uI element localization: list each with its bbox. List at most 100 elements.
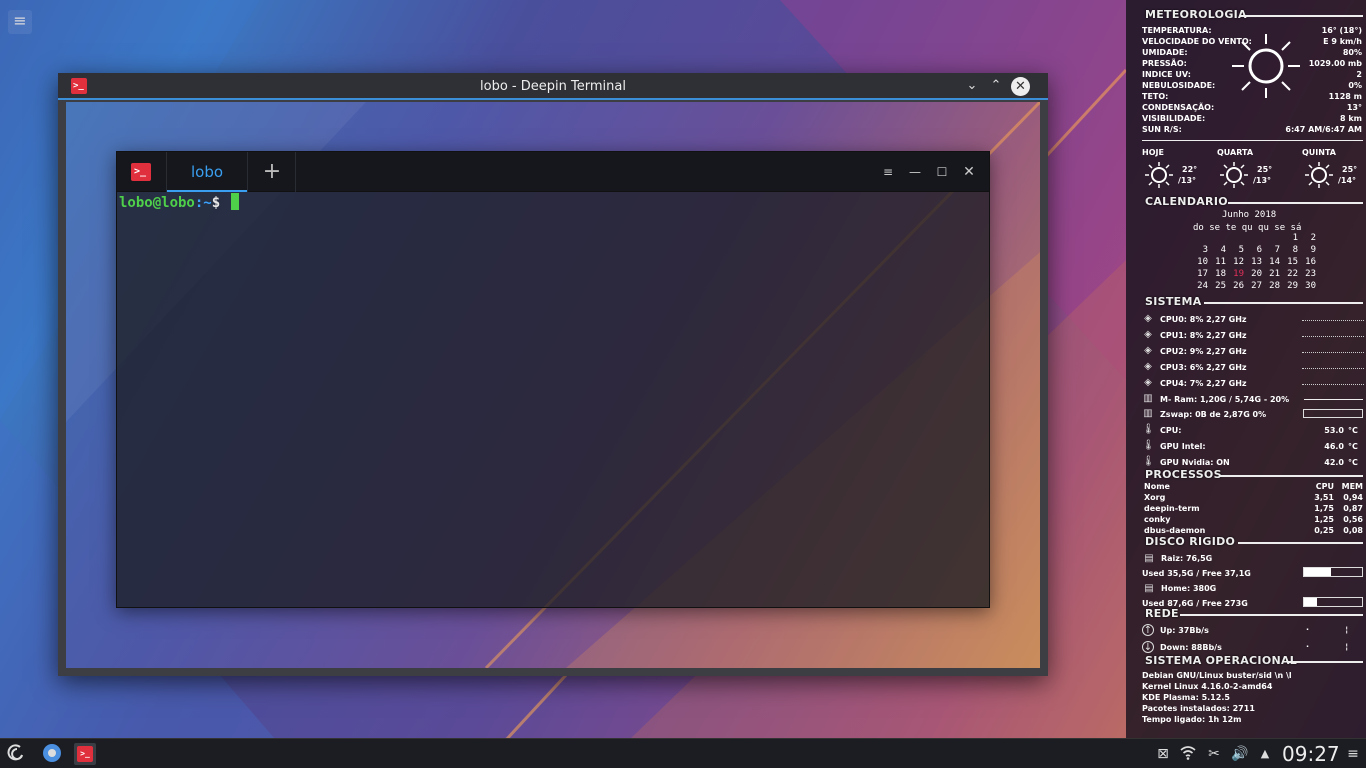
terminal-menu-button[interactable]: ≡ xyxy=(879,162,897,182)
taskbar-terminal-icon[interactable]: >_ xyxy=(74,743,96,765)
maximize-button[interactable]: ⌃ xyxy=(986,76,1006,96)
cpu-chip-icon: ◈ xyxy=(1144,345,1152,356)
disk-usage: Used 87,6G / Free 273G xyxy=(1142,599,1248,608)
section-title-calendario: CALENDARIO xyxy=(1145,195,1228,208)
terminal-tabbar[interactable]: >_ lobo + ≡ — ☐ ✕ xyxy=(117,152,989,192)
weather-key: INDICE UV: xyxy=(1142,70,1191,79)
debian-menu-icon[interactable] xyxy=(6,743,28,765)
swap-bar xyxy=(1303,409,1363,418)
wifi-icon[interactable] xyxy=(1177,743,1199,765)
weather-key: CONDENSAÇÃO: xyxy=(1142,103,1215,112)
disk-icon: ▤ xyxy=(1144,553,1154,564)
taskbar-menu-icon[interactable]: ≡ xyxy=(1342,743,1364,765)
forecast-day: HOJE xyxy=(1142,148,1164,157)
weather-value: 0% xyxy=(1348,81,1362,90)
display-icon[interactable]: ⊠ xyxy=(1152,743,1174,765)
calendar-day: 29 xyxy=(1287,281,1298,291)
calendar-day: 26 xyxy=(1233,281,1244,291)
calendar-day: 3 xyxy=(1202,245,1208,255)
calendar-day: 25 xyxy=(1215,281,1226,291)
clock[interactable]: 09:27 xyxy=(1282,739,1340,768)
calendar-day: 1 xyxy=(1292,233,1298,243)
net-up-graph: · ¦ xyxy=(1306,625,1349,634)
text-cursor xyxy=(230,193,239,210)
scissors-icon[interactable]: ✂ xyxy=(1203,743,1225,765)
calendar-day: 17 xyxy=(1197,269,1208,279)
weather-value: 6:47 AM/6:47 AM xyxy=(1285,125,1362,134)
os-info-line: Debian GNU/Linux buster/sid \n \l xyxy=(1142,671,1292,680)
swap-label: Zswap: 0B de 2,87G 0% xyxy=(1160,410,1267,419)
forecast-high: 25° xyxy=(1257,165,1273,174)
desktop-menu-button[interactable]: ≡ xyxy=(8,10,32,34)
chromium-icon[interactable] xyxy=(41,743,63,765)
cpu-chip-icon: ◈ xyxy=(1144,313,1152,324)
temp-unit: °C xyxy=(1348,426,1358,435)
cpu-graph xyxy=(1302,379,1364,385)
upload-icon: ↑ xyxy=(1142,624,1154,636)
outer-titlebar[interactable]: >_ lobo - Deepin Terminal ⌄ ⌃ ✕ xyxy=(58,73,1048,100)
terminal-maximize-button[interactable]: ☐ xyxy=(933,162,951,182)
ram-label: M- Ram: 1,20G / 5,74G - 20% xyxy=(1160,395,1290,404)
add-tab-button[interactable]: + xyxy=(260,158,284,186)
calendar-day: 20 xyxy=(1251,269,1262,279)
os-info-line: Pacotes instalados: 2711 xyxy=(1142,704,1255,713)
weather-key: VISIBILIDADE: xyxy=(1142,114,1206,123)
cpu-graph xyxy=(1302,363,1364,369)
net-down-graph: · ¦ xyxy=(1306,642,1349,651)
terminal-minimize-button[interactable]: — xyxy=(906,162,924,182)
process-mem: 0,94 xyxy=(1343,493,1363,502)
disk-bar-fill xyxy=(1304,598,1318,606)
weather-value: 1128 m xyxy=(1328,92,1362,101)
weather-value: 2 xyxy=(1356,70,1362,79)
process-mem: 0,08 xyxy=(1343,526,1363,535)
section-title-sistema-operacional: SISTEMA OPERACIONAL xyxy=(1145,654,1298,667)
calendar-day: 6 xyxy=(1256,245,1262,255)
calendar-day: 18 xyxy=(1215,269,1226,279)
taskbar: >_ ⊠ ✂ 🔊 ▲ 09:27 ≡ xyxy=(0,738,1366,768)
disk-name: Home: 380G xyxy=(1161,584,1217,593)
temp-value: 53.0 xyxy=(1324,426,1344,435)
thermometer-icon: 🌡 xyxy=(1142,424,1155,435)
terminal-window[interactable]: >_ lobo + ≡ — ☐ ✕ lobo@lobo:~$ xyxy=(116,151,990,608)
ram-bar xyxy=(1304,399,1363,400)
cpu-graph xyxy=(1302,331,1364,337)
forecast-day: QUINTA xyxy=(1302,148,1336,157)
disk-usage: Used 35,5G / Free 37,1G xyxy=(1142,569,1251,578)
cpu-graph xyxy=(1302,315,1364,321)
close-button[interactable]: ✕ xyxy=(1011,77,1030,96)
forecast-divider xyxy=(1142,140,1363,141)
prompt-user: lobo@lobo xyxy=(119,195,195,211)
calendar-day: 4 xyxy=(1220,245,1226,255)
cpu-graph xyxy=(1302,347,1364,353)
minimize-button[interactable]: ⌄ xyxy=(962,76,982,96)
section-line xyxy=(1228,202,1363,204)
terminal-close-button[interactable]: ✕ xyxy=(960,162,978,182)
calendar-day: 23 xyxy=(1305,269,1316,279)
os-info-line: KDE Plasma: 5.12.5 xyxy=(1142,693,1230,702)
section-line xyxy=(1288,661,1363,663)
tab-lobo[interactable]: lobo xyxy=(166,152,248,192)
terminal-icon[interactable]: >_ xyxy=(131,163,151,181)
net-up: Up: 37Bb/s xyxy=(1160,626,1209,635)
process-name: dbus-daemon xyxy=(1144,526,1206,535)
weather-value: E 9 km/h xyxy=(1323,37,1362,46)
temp-unit: °C xyxy=(1348,458,1358,467)
process-name: Xorg xyxy=(1144,493,1166,502)
disk-bar xyxy=(1303,597,1363,607)
section-title-processos: PROCESSOS xyxy=(1145,468,1222,481)
tray-expand-icon[interactable]: ▲ xyxy=(1254,743,1276,765)
weather-key: VELOCIDADE DO VENTO: xyxy=(1142,37,1252,46)
disk-bar xyxy=(1303,567,1363,577)
process-cpu: 1,75 xyxy=(1314,504,1334,513)
conky-panel: METEOROLOGIA CALENDARIO Junho 2018 do se… xyxy=(1126,0,1366,738)
cpu-label: CPU0: 8% 2,27 GHz xyxy=(1160,315,1247,324)
process-mem: 0,56 xyxy=(1343,515,1363,524)
terminal-prompt[interactable]: lobo@lobo:~$ xyxy=(119,193,239,213)
calendar-day: 9 xyxy=(1310,245,1316,255)
calendar-day: 22 xyxy=(1287,269,1298,279)
cpu-chip-icon: ◈ xyxy=(1144,329,1152,340)
weather-key: UMIDADE: xyxy=(1142,48,1188,57)
calendar-month: Junho 2018 xyxy=(1222,210,1277,220)
volume-icon[interactable]: 🔊 xyxy=(1229,743,1251,765)
calendar-day: 7 xyxy=(1274,245,1280,255)
